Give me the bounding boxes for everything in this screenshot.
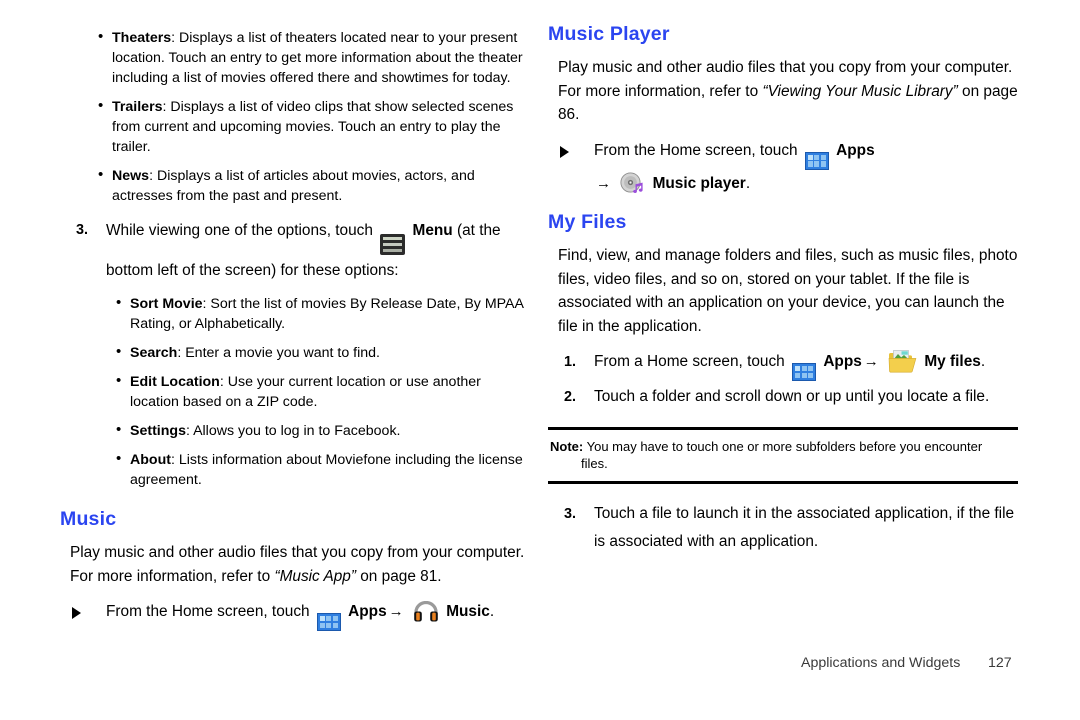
list-item: Search: Enter a movie you want to find. bbox=[116, 342, 530, 363]
apps-grid-icon[interactable] bbox=[792, 362, 817, 381]
music-heading: Music bbox=[60, 508, 117, 530]
music-body: Play music and other audio files that yo… bbox=[70, 541, 530, 588]
note-body: Note: You may have to touch one or more … bbox=[548, 430, 1018, 481]
bullet-term: Edit Location bbox=[130, 374, 220, 390]
arrow-glyph: → bbox=[863, 353, 879, 371]
footer-page-number: 127 bbox=[988, 655, 1012, 671]
music-player-body: Play music and other audio files that yo… bbox=[558, 56, 1018, 127]
music-player-period: . bbox=[745, 174, 751, 192]
step-text: Touch a file to launch it in the associa… bbox=[594, 504, 1015, 550]
menu-options-list: Sort Movie: Sort the list of movies By R… bbox=[116, 293, 530, 490]
moviefone-options-list: Theaters: Displays a list of theaters lo… bbox=[98, 27, 530, 206]
list-item: Settings: Allows you to log in to Facebo… bbox=[116, 420, 530, 441]
step-text: Touch a folder and scroll down or up unt… bbox=[594, 387, 990, 405]
music-player-heading: Music Player bbox=[548, 23, 670, 45]
list-item: News: Displays a list of articles about … bbox=[98, 165, 530, 206]
footer-title: Applications and Widgets bbox=[801, 655, 961, 671]
step-text: From a Home screen, touch bbox=[594, 353, 785, 371]
bullet-text: : Displays a list of theaters located ne… bbox=[112, 30, 523, 86]
bullet-term: Trailers bbox=[112, 99, 163, 115]
folder-icon[interactable] bbox=[888, 349, 917, 373]
step-3-menu: 3. While viewing one of the options, touc… bbox=[60, 215, 530, 286]
bullet-text: : Allows you to log in to Facebook. bbox=[185, 423, 401, 439]
list-item: Edit Location: Use your current location… bbox=[116, 371, 530, 412]
step-number: 2. bbox=[564, 388, 577, 405]
my-files-step-1: 1. From a Home screen, touch Apps → My fil… bbox=[548, 348, 1018, 381]
bullet-term: News bbox=[112, 168, 150, 184]
step-text-before: While viewing one of the options, touch bbox=[106, 222, 373, 239]
music-step-text: From the Home screen, touch bbox=[106, 603, 310, 621]
music-label: Music bbox=[446, 603, 490, 621]
music-player-label: Music player bbox=[652, 174, 746, 192]
list-item: About: Lists information about Moviefone… bbox=[116, 449, 530, 490]
note-rule-bottom bbox=[548, 480, 1018, 484]
triangle-bullet-icon bbox=[72, 607, 81, 620]
cd-music-note-icon[interactable] bbox=[620, 172, 645, 195]
bullet-term: Theaters bbox=[112, 30, 172, 46]
music-player-step: From the Home screen, touch Apps bbox=[548, 137, 1018, 170]
note-block: Note: You may have to touch one or more … bbox=[548, 426, 1018, 484]
right-column: Music Player Play music and other audio … bbox=[548, 23, 1018, 558]
bullet-term: Search bbox=[130, 345, 178, 361]
apps-label: Apps bbox=[836, 141, 875, 159]
music-player-substep: → Music player. bbox=[548, 170, 1018, 198]
headphones-icon[interactable] bbox=[413, 601, 439, 622]
menu-label: Menu bbox=[412, 222, 453, 239]
list-item: Trailers: Displays a list of video clips… bbox=[98, 96, 530, 157]
bullet-term: About bbox=[130, 452, 171, 468]
music-player-body-italic: “Viewing Your Music Library” bbox=[762, 82, 958, 100]
music-step: From the Home screen, touch Apps → Music. bbox=[60, 598, 530, 632]
music-player-step-text: From the Home screen, touch bbox=[594, 141, 798, 159]
music-body-part2: on page 81. bbox=[355, 567, 442, 585]
note-label: Note: bbox=[550, 438, 584, 454]
bullet-text: : Enter a movie you want to find. bbox=[177, 345, 380, 361]
my-files-body: Find, view, and manage folders and files… bbox=[558, 247, 1018, 335]
list-item: Theaters: Displays a list of theaters lo… bbox=[98, 27, 530, 88]
my-files-step-2: 2. Touch a folder and scroll down or up u… bbox=[548, 383, 1018, 411]
my-files-heading: My Files bbox=[548, 210, 627, 233]
apps-grid-icon[interactable] bbox=[804, 151, 829, 170]
triangle-bullet-icon bbox=[560, 145, 569, 158]
step-number: 3. bbox=[564, 505, 577, 522]
bullet-text: : Lists information about Moviefone incl… bbox=[130, 452, 523, 488]
music-period: . bbox=[489, 603, 495, 621]
apps-grid-icon[interactable] bbox=[316, 613, 341, 632]
bullet-text: : Displays a list of video clips that sh… bbox=[112, 99, 514, 155]
apps-label: Apps bbox=[348, 603, 387, 621]
note-text-line2: files. bbox=[581, 455, 608, 471]
my-files-label: My files bbox=[924, 353, 981, 371]
apps-label: Apps bbox=[823, 353, 862, 371]
my-files-step-3: 3. Touch a file to launch it in the assoc… bbox=[548, 500, 1018, 556]
arrow-glyph: → bbox=[596, 174, 611, 192]
arrow-glyph: → bbox=[388, 603, 404, 621]
document-page: Theaters: Displays a list of theaters lo… bbox=[0, 0, 1080, 720]
bullet-term: Sort Movie bbox=[130, 296, 203, 312]
left-column: Theaters: Displays a list of theaters lo… bbox=[60, 27, 530, 632]
music-body-italic: “Music App” bbox=[274, 567, 356, 585]
step-number: 3. bbox=[76, 222, 89, 238]
note-text: You may have to touch one or more subfol… bbox=[586, 438, 983, 454]
bullet-text: : Displays a list of articles about movi… bbox=[112, 168, 475, 204]
bullet-term: Settings bbox=[130, 423, 186, 439]
my-files-period: . bbox=[980, 353, 986, 371]
menu-icon[interactable] bbox=[380, 234, 406, 255]
step-number: 1. bbox=[564, 354, 577, 371]
list-item: Sort Movie: Sort the list of movies By R… bbox=[116, 293, 530, 334]
